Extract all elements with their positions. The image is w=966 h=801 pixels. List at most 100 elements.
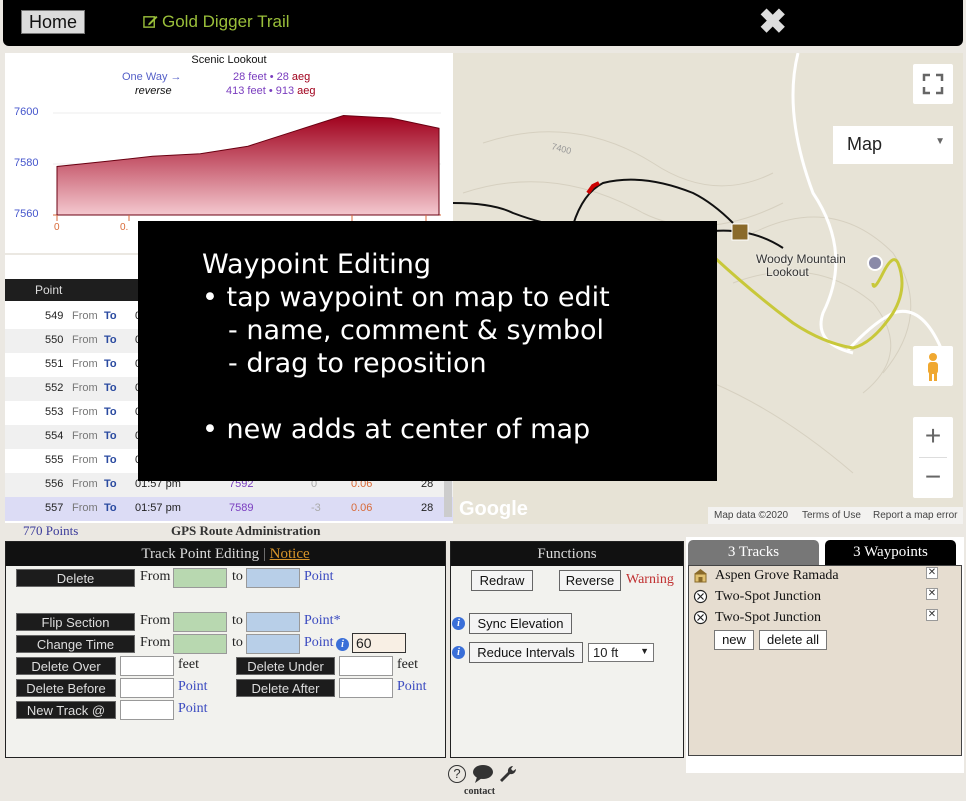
to-label: to [232,569,243,584]
road [791,53,854,355]
row-from-link[interactable]: From [72,358,98,370]
table-row[interactable]: 557 From To 01:57 pm 7589 -3 0.06 28 [5,497,453,521]
zoom-out-button[interactable]: − [913,458,953,498]
interval-select[interactable]: 10 ft ▼ [588,643,654,662]
info-icon[interactable]: i [336,638,349,651]
info-icon[interactable]: i [452,646,465,659]
row-from-link[interactable]: From [72,406,98,418]
trail-title-link[interactable]: Gold Digger Trail [143,12,290,32]
delete-after-input[interactable] [339,678,393,698]
delete-from-input[interactable] [173,568,227,588]
new-track-input[interactable] [120,700,174,720]
edit-icon [143,15,158,28]
terms-link[interactable]: Terms of Use [802,510,861,521]
flip-from-input[interactable] [173,612,227,632]
row-to-link[interactable]: To [104,358,117,370]
time-to-input[interactable] [246,634,300,654]
new-track-button[interactable]: New Track @ [16,701,116,719]
chat-icon[interactable] [472,764,494,784]
row-from-link[interactable]: From [72,478,98,490]
flip-section-button[interactable]: Flip Section [16,613,135,631]
zoom-in-button[interactable]: + [913,417,953,457]
row-to-link[interactable]: To [104,382,117,394]
google-logo[interactable]: Google [459,498,528,521]
row-to-link[interactable]: To [104,502,117,514]
notice-link[interactable]: Notice [270,546,310,562]
delete-waypoint-icon[interactable]: ✕ [926,588,938,600]
redraw-button[interactable]: Redraw [471,570,533,591]
one-way-label[interactable]: One Way → [122,71,182,83]
row-point: 557 [45,502,64,514]
tab-waypoints[interactable]: 3 Waypoints [825,540,956,565]
info-icon[interactable]: i [452,617,465,630]
row-to-link[interactable]: To [104,478,117,490]
row-from-link[interactable]: From [72,430,98,442]
lookout-marker-icon[interactable] [867,255,883,271]
row-to-link[interactable]: To [104,406,117,418]
y-tick-label: 7580 [14,157,39,169]
point-label: Point [304,635,334,650]
delete-waypoint-icon[interactable]: ✕ [926,609,938,621]
delete-after-button[interactable]: Delete After [236,679,335,697]
row-point: 549 [45,310,64,322]
row-from-link[interactable]: From [72,382,98,394]
list-item[interactable]: Two-Spot Junction ✕ [693,587,957,607]
street-view-button[interactable] [913,346,953,386]
delete-before-input[interactable] [120,678,174,698]
row-from-link[interactable]: From [72,334,98,346]
delete-under-input[interactable] [339,656,393,676]
home-button[interactable]: Home [21,10,85,34]
row-point: 552 [45,382,64,394]
help-icon[interactable]: ? [448,765,466,783]
point-star-label: Point* [304,613,341,628]
delete-to-input[interactable] [246,568,300,588]
ramada-marker-icon[interactable] [731,223,749,241]
row-time: 01:57 pm [135,502,181,514]
sync-elevation-button[interactable]: Sync Elevation [469,613,572,634]
map-type-select[interactable]: Map ▼ [833,126,953,164]
tab-tracks[interactable]: 3 Tracks [688,540,819,565]
row-from-link[interactable]: From [72,310,98,322]
delete-button[interactable]: Delete [16,569,135,587]
reduce-intervals-button[interactable]: Reduce Intervals [469,642,583,663]
row-distance: 0.06 [351,502,373,514]
contour-line [482,131,774,187]
flip-to-input[interactable] [246,612,300,632]
contact-link[interactable]: contact [464,786,495,797]
point-count: 770 Points [23,523,79,538]
delete-all-button[interactable]: delete all [759,630,827,650]
new-waypoint-button[interactable]: new [714,630,754,650]
x-tick-label: 0. [120,222,129,233]
reverse-label[interactable]: reverse [135,85,172,97]
track-point-editing-panel: Track Point Editing | Notice Delete From… [5,541,446,758]
delete-waypoint-icon[interactable]: ✕ [926,567,938,579]
delete-over-input[interactable] [120,656,174,676]
row-to-link[interactable]: To [104,454,117,466]
time-offset-input[interactable]: 60 [352,633,406,653]
feet-label: feet [178,657,199,672]
delete-over-button[interactable]: Delete Over [16,657,116,675]
row-from-link[interactable]: From [72,502,98,514]
row-from-link[interactable]: From [72,454,98,466]
report-error-link[interactable]: Report a map error [873,510,957,521]
list-item[interactable]: Two-Spot Junction ✕ [693,608,957,628]
reverse-button[interactable]: Reverse [559,570,621,591]
warning-link[interactable]: Warning [626,572,674,588]
time-from-input[interactable] [173,634,227,654]
fullscreen-button[interactable] [913,64,953,104]
list-item[interactable]: Aspen Grove Ramada ✕ [693,566,957,586]
row-to-link[interactable]: To [104,310,117,322]
close-icon[interactable]: ✖ [759,5,788,39]
row-point: 554 [45,430,64,442]
row-point: 550 [45,334,64,346]
delete-before-button[interactable]: Delete Before [16,679,116,697]
row-point: 556 [45,478,64,490]
delete-under-button[interactable]: Delete Under [236,657,335,675]
change-time-button[interactable]: Change Time [16,635,135,653]
row-to-link[interactable]: To [104,334,117,346]
tutorial-overlay[interactable]: Waypoint Editing • tap waypoint on map t… [138,221,717,481]
tutorial-line: • new adds at center of map [202,414,591,445]
wrench-icon[interactable] [498,764,518,784]
row-to-link[interactable]: To [104,430,117,442]
column-header-point[interactable]: Point [35,283,62,297]
